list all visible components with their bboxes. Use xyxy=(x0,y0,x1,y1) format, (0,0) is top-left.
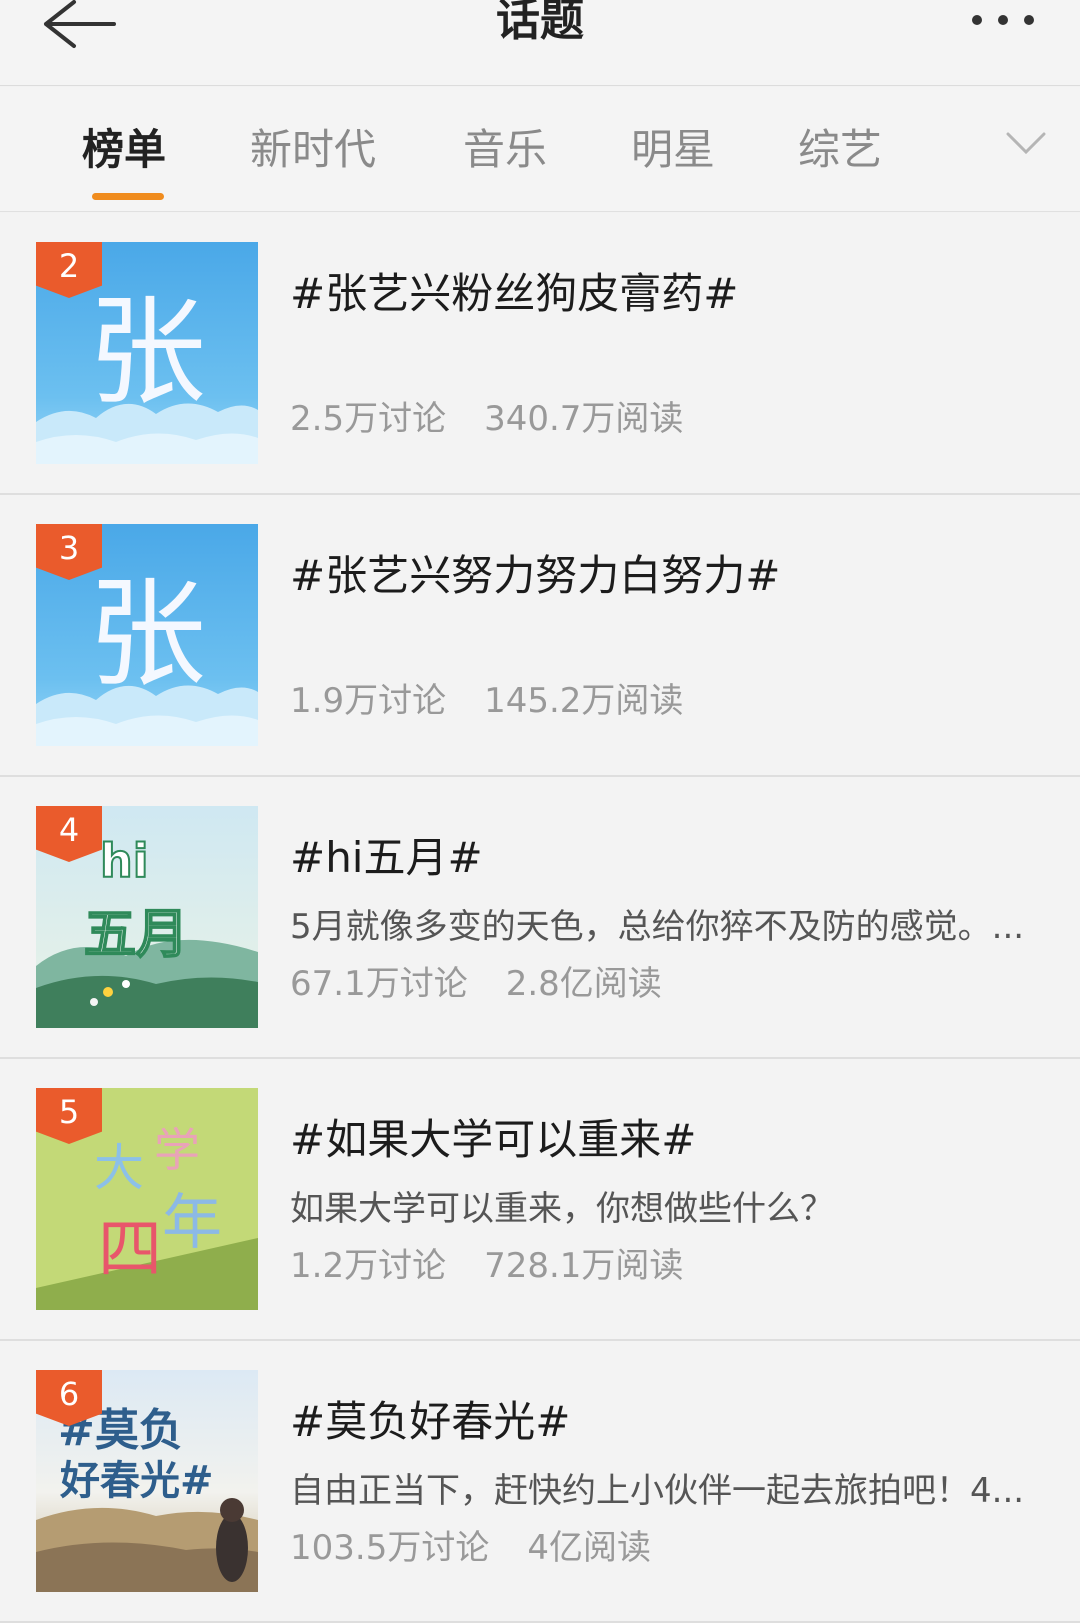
topic-row[interactable]: hi 五月 4 #hi五月# 5月就像多变的天色，总给你猝不及防的感觉。... … xyxy=(0,777,1080,1059)
topic-title[interactable]: #莫负好春光# xyxy=(290,1397,570,1447)
read-count: 340.7万阅读 xyxy=(484,399,684,439)
topic-stats: 1.2万讨论 728.1万阅读 xyxy=(290,1244,683,1288)
thumbnail-text-nian: 年 xyxy=(162,1188,222,1258)
discussion-count: 2.5万讨论 xyxy=(290,399,447,439)
topic-row[interactable]: 张 2 #张艺兴粉丝狗皮膏药# 2.5万讨论 340.7万阅读 xyxy=(0,213,1080,495)
topic-row[interactable]: 大 学 四 年 5 #如果大学可以重来# 如果大学可以重来，你想做些什么？ 1.… xyxy=(0,1059,1080,1341)
tab-new-era[interactable]: 新时代 xyxy=(250,125,376,175)
thumbnail-text-chunguang: 好春光# xyxy=(60,1458,214,1504)
top-bar: 话题 xyxy=(0,0,1080,86)
read-count: 2.8亿阅读 xyxy=(505,964,662,1004)
topic-title[interactable]: #hi五月# xyxy=(290,833,483,883)
topic-title[interactable]: #如果大学可以重来# xyxy=(290,1115,696,1165)
active-tab-indicator xyxy=(92,193,164,200)
thumbnail-char: 张 xyxy=(87,565,206,703)
topic-stats: 2.5万讨论 340.7万阅读 xyxy=(290,397,683,441)
topic-stats: 1.9万讨论 145.2万阅读 xyxy=(290,679,683,723)
topic-thumbnail: 张 3 xyxy=(36,524,258,746)
topic-thumbnail: hi 五月 4 xyxy=(36,806,258,1028)
tab-music[interactable]: 音乐 xyxy=(463,125,547,175)
thumbnail-text-month: 五月 xyxy=(83,904,189,966)
thumbnail-text-xue: 学 xyxy=(154,1123,200,1177)
tab-ranking[interactable]: 榜单 xyxy=(82,125,166,175)
topic-row[interactable]: 张 3 #张艺兴努力努力白努力# 1.9万讨论 145.2万阅读 xyxy=(0,495,1080,777)
topic-title[interactable]: #张艺兴努力努力白努力# xyxy=(290,551,780,601)
topic-list: 张 2 #张艺兴粉丝狗皮膏药# 2.5万讨论 340.7万阅读 张 3 #张艺兴努… xyxy=(0,213,1080,1623)
topic-title[interactable]: #张艺兴粉丝狗皮膏药# xyxy=(290,269,738,319)
discussion-count: 103.5万讨论 xyxy=(290,1528,490,1568)
discussion-count: 67.1万讨论 xyxy=(290,964,468,1004)
page-title: 话题 xyxy=(496,0,584,46)
dot-icon xyxy=(1024,15,1034,25)
topic-thumbnail: 大 学 四 年 5 xyxy=(36,1088,258,1310)
thumbnail-text-si: 四 xyxy=(98,1213,162,1287)
tab-stars[interactable]: 明星 xyxy=(631,125,715,175)
topic-thumbnail: #莫负 好春光# 6 xyxy=(36,1370,258,1592)
read-count: 4亿阅读 xyxy=(527,1528,651,1568)
topic-stats: 67.1万讨论 2.8亿阅读 xyxy=(290,962,662,1006)
topic-description: 如果大学可以重来，你想做些什么？ xyxy=(290,1189,834,1229)
expand-tabs-button[interactable] xyxy=(1005,128,1047,158)
read-count: 728.1万阅读 xyxy=(484,1246,684,1286)
topic-description: 自由正当下，赶快约上小伙伴一起去旅拍吧！4... xyxy=(290,1471,1025,1511)
tab-variety[interactable]: 综艺 xyxy=(798,125,882,175)
topic-row[interactable]: #莫负 好春光# 6 #莫负好春光# 自由正当下，赶快约上小伙伴一起去旅拍吧！4… xyxy=(0,1341,1080,1623)
thumbnail-text-hi: hi xyxy=(99,833,149,889)
discussion-count: 1.9万讨论 xyxy=(290,681,447,721)
discussion-count: 1.2万讨论 xyxy=(290,1246,447,1286)
dot-icon xyxy=(972,15,982,25)
thumbnail-char: 张 xyxy=(87,283,206,421)
chevron-down-icon xyxy=(1006,132,1046,155)
thumbnail-text-da: 大 xyxy=(94,1139,144,1197)
topic-stats: 103.5万讨论 4亿阅读 xyxy=(290,1526,651,1570)
topic-thumbnail: 张 2 xyxy=(36,242,258,464)
more-options-button[interactable] xyxy=(964,10,1044,34)
dot-icon xyxy=(998,15,1008,25)
read-count: 145.2万阅读 xyxy=(484,681,684,721)
topic-description: 5月就像多变的天色，总给你猝不及防的感觉。... xyxy=(290,907,1025,947)
